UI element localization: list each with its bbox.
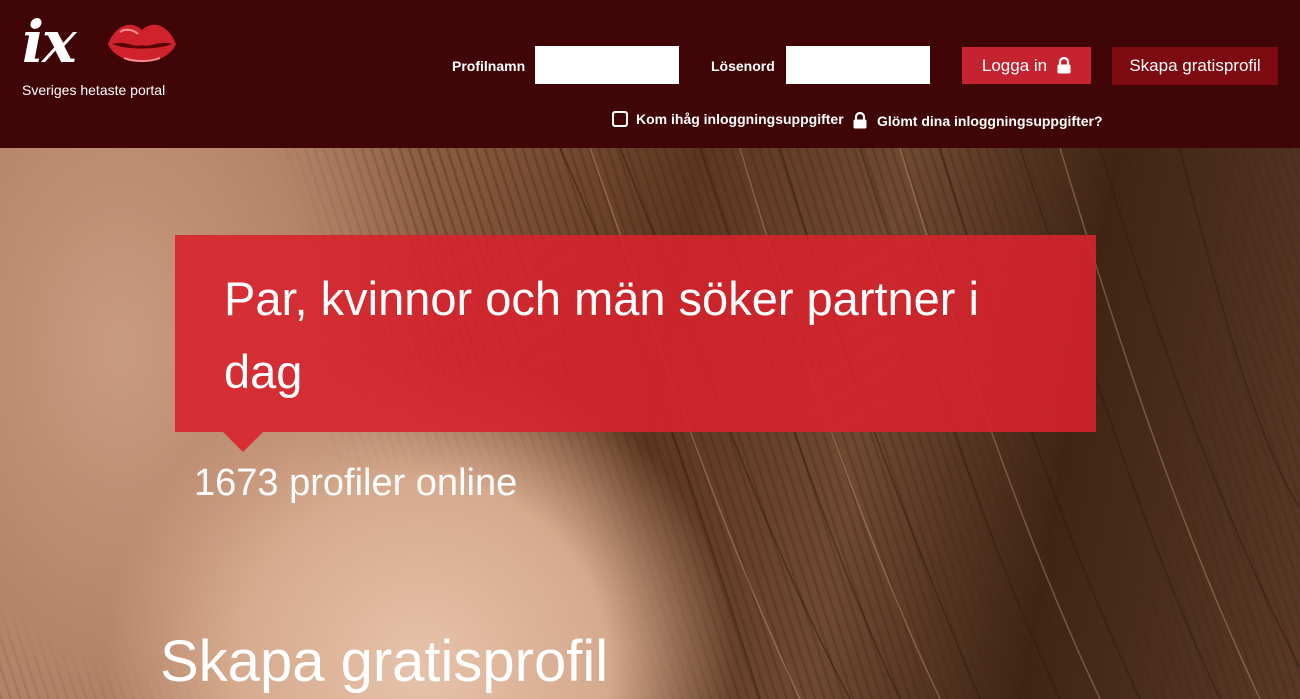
logo-tagline: Sveriges hetaste portal xyxy=(22,82,166,98)
username-label: Profilnamn xyxy=(452,58,526,74)
password-input[interactable] xyxy=(786,46,930,84)
online-profiles-count: 1673 profiler online xyxy=(194,462,518,504)
username-input[interactable] xyxy=(535,46,679,84)
password-label: Lösenord xyxy=(711,58,775,74)
page: ix Sveriges hetaste portal Profilnamn Lö… xyxy=(0,0,1300,699)
top-header: ix Sveriges hetaste portal Profilnamn Lö… xyxy=(0,0,1300,148)
create-profile-heading: Skapa gratisprofil xyxy=(160,629,609,694)
headline-banner-pointer xyxy=(223,432,263,452)
login-button-label: Logga in xyxy=(981,55,1048,75)
site-logo[interactable]: ix Sveriges hetaste portal xyxy=(22,8,182,104)
create-profile-button-label: Skapa gratisprofil xyxy=(1129,56,1261,75)
remember-me-label: Kom ihåg inloggningsuppgifter xyxy=(636,111,844,127)
forgot-credentials-label: Glömt dina inloggningsuppgifter? xyxy=(877,112,1103,129)
login-button[interactable]: Logga in xyxy=(962,47,1091,84)
create-profile-button[interactable]: Skapa gratisprofil xyxy=(1112,47,1278,85)
hero-headline: Par, kvinnor och män söker partner i dag xyxy=(224,272,979,398)
lock-icon xyxy=(853,112,867,129)
remember-me-checkbox[interactable] xyxy=(612,111,628,127)
logo-wordmark: ix xyxy=(22,8,77,76)
forgot-credentials-link[interactable]: Glömt dina inloggningsuppgifter? xyxy=(853,112,1103,129)
lips-logo-icon xyxy=(108,24,176,63)
remember-me-option[interactable]: Kom ihåg inloggningsuppgifter xyxy=(612,111,844,127)
lock-icon xyxy=(1057,57,1071,74)
